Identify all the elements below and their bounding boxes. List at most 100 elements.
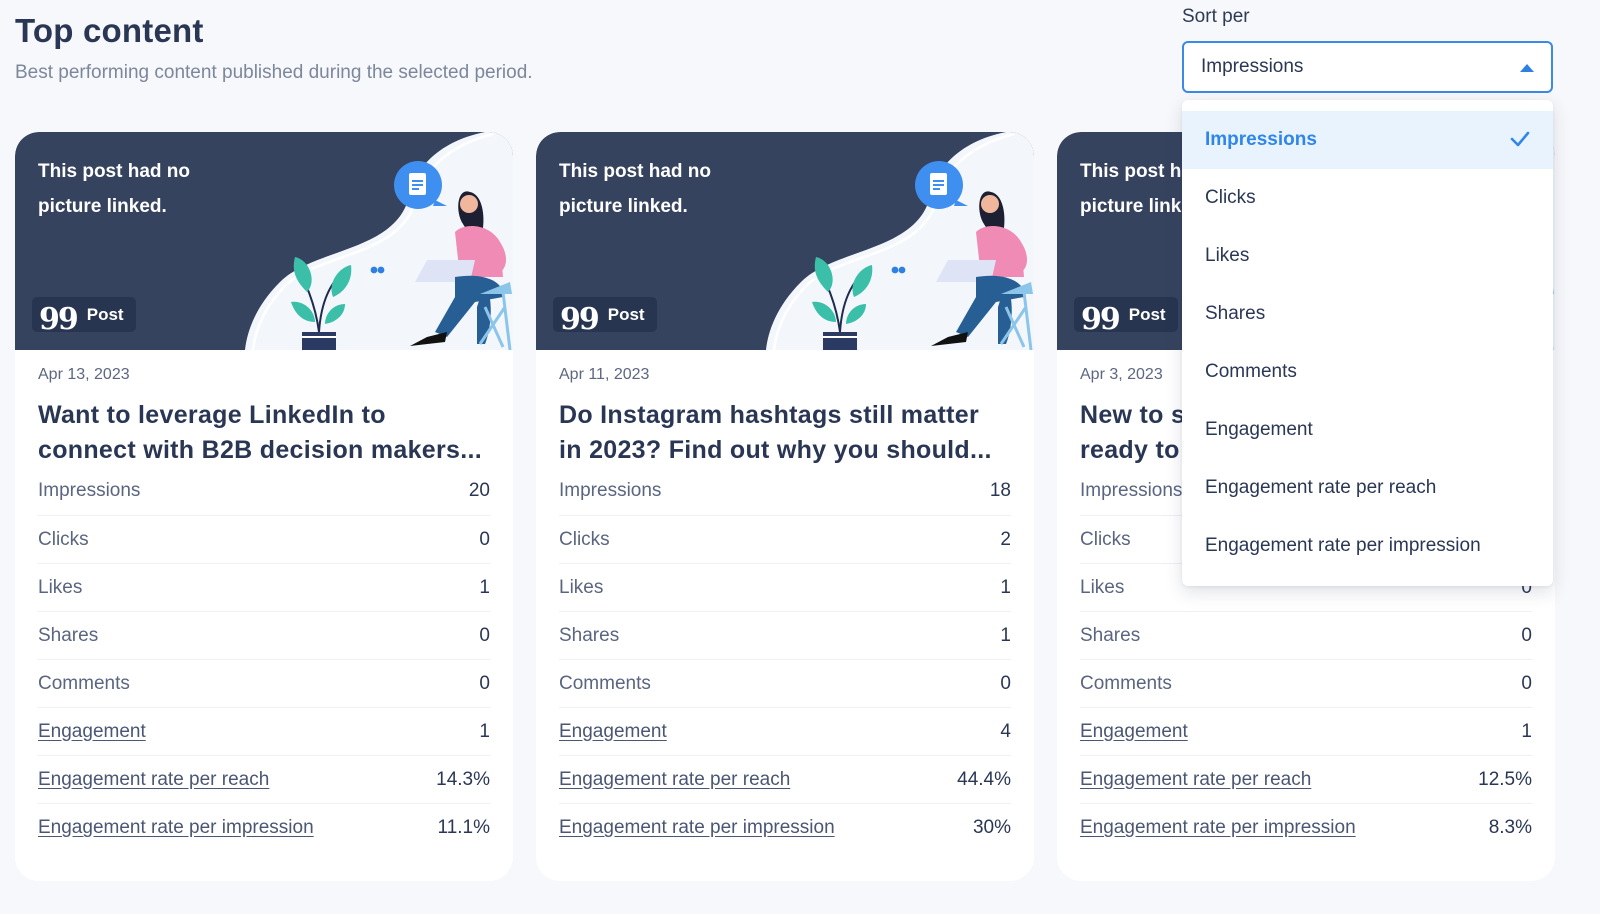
metric-label[interactable]: Engagement rate per impression bbox=[1080, 817, 1356, 839]
metric-row-shares: Shares 0 bbox=[38, 612, 490, 660]
post-type-label: Post bbox=[86, 304, 124, 324]
metric-value: 12.5% bbox=[1478, 768, 1532, 790]
metric-value: 1 bbox=[1000, 576, 1011, 598]
checkmark-icon bbox=[1510, 131, 1530, 147]
post-type-badge: 99 Post bbox=[32, 297, 136, 337]
post-date: Apr 11, 2023 bbox=[559, 366, 650, 383]
quote-icon: 99 bbox=[39, 301, 79, 337]
metric-row-shares: Shares 0 bbox=[1080, 612, 1532, 660]
metric-value: 1 bbox=[1000, 624, 1011, 646]
metric-value: 8.3% bbox=[1488, 817, 1532, 838]
metric-label: Shares bbox=[1080, 624, 1141, 646]
metric-value: 0 bbox=[479, 672, 490, 694]
sort-option-shares[interactable]: Shares bbox=[1182, 285, 1553, 343]
metric-value: 2 bbox=[1000, 528, 1011, 550]
metric-label[interactable]: Engagement bbox=[38, 721, 146, 743]
sort-option-label: Clicks bbox=[1205, 187, 1256, 208]
metric-label: Comments bbox=[38, 672, 130, 694]
metric-row-engagement-rate-per-reach: Engagement rate per reach 12.5% bbox=[1080, 756, 1532, 804]
metric-value: 1 bbox=[479, 576, 490, 598]
sort-option-label: Engagement rate per reach bbox=[1205, 477, 1437, 498]
content-card-1[interactable]: This post had no picture linked. 99 Post… bbox=[15, 132, 513, 881]
metric-row-comments: Comments 0 bbox=[38, 660, 490, 708]
no-picture-text: This post had no picture linked. bbox=[38, 161, 190, 217]
metric-row-likes: Likes 1 bbox=[559, 564, 1011, 612]
metric-value: 4 bbox=[1000, 720, 1011, 742]
post-type-badge: 99 Post bbox=[553, 297, 657, 337]
metric-value: 30% bbox=[972, 817, 1011, 838]
quote-icon: 99 bbox=[560, 301, 600, 337]
metric-row-impressions: Impressions 20 bbox=[38, 480, 490, 516]
sort-option-impressions[interactable]: Impressions bbox=[1182, 111, 1553, 169]
metric-label: Clicks bbox=[559, 528, 610, 550]
card-media: This post had no picture linked. 99 Post bbox=[536, 132, 1034, 350]
metric-value: 14.3% bbox=[436, 768, 490, 790]
metric-label: Clicks bbox=[38, 528, 89, 550]
metric-value: 0 bbox=[1521, 624, 1532, 646]
metric-row-comments: Comments 0 bbox=[1080, 660, 1532, 708]
metric-label: Comments bbox=[559, 672, 651, 694]
metric-label[interactable]: Engagement rate per impression bbox=[38, 817, 314, 839]
metric-row-shares: Shares 1 bbox=[559, 612, 1011, 660]
quote-icon: 99 bbox=[1081, 301, 1121, 337]
metric-row-likes: Likes 1 bbox=[38, 564, 490, 612]
sort-option-label: Engagement bbox=[1205, 419, 1313, 440]
metric-label[interactable]: Engagement rate per reach bbox=[559, 769, 790, 791]
metric-row-engagement-rate-per-reach: Engagement rate per reach 44.4% bbox=[559, 756, 1011, 804]
metrics-list: Impressions 20 Clicks 0 Likes 1 Shares 0 Comment… bbox=[38, 480, 490, 852]
metric-row-engagement: Engagement 1 bbox=[1080, 708, 1532, 756]
metric-label[interactable]: Engagement bbox=[1080, 721, 1188, 743]
sort-select[interactable]: Impressions bbox=[1182, 41, 1553, 93]
content-card-2[interactable]: This post had no picture linked. 99 Post… bbox=[536, 132, 1034, 881]
metric-row-engagement-rate-per-reach: Engagement rate per reach 14.3% bbox=[38, 756, 490, 804]
post-title-line-2: in 2023? Find out why you should... bbox=[559, 436, 992, 464]
page-title: Top content bbox=[15, 12, 204, 49]
metric-label: Comments bbox=[1080, 672, 1172, 694]
page-subtitle: Best performing content published during… bbox=[15, 62, 533, 83]
metric-label: Likes bbox=[1080, 576, 1125, 598]
metric-label: Likes bbox=[38, 576, 83, 598]
sort-option-engagement[interactable]: Engagement bbox=[1182, 401, 1553, 459]
metric-label: Shares bbox=[559, 624, 620, 646]
sort-option-likes[interactable]: Likes bbox=[1182, 227, 1553, 285]
metric-label[interactable]: Engagement rate per reach bbox=[38, 769, 269, 791]
post-type-label: Post bbox=[607, 304, 645, 324]
metric-label: Likes bbox=[559, 576, 604, 598]
post-title[interactable]: Do Instagram hashtags still matter in 20… bbox=[559, 398, 1011, 468]
caret-up-icon bbox=[1520, 64, 1534, 72]
metric-value: 11.1% bbox=[437, 817, 490, 838]
post-title-line-2: connect with B2B decision makers... bbox=[38, 436, 482, 464]
sort-option-label: Engagement rate per impression bbox=[1205, 535, 1481, 556]
metrics-list: Impressions 18 Clicks 2 Likes 1 Shares 1 Comment… bbox=[559, 480, 1011, 852]
post-title[interactable]: Want to leverage LinkedIn to connect wit… bbox=[38, 398, 490, 468]
sort-option-label: Likes bbox=[1205, 245, 1250, 266]
metric-label: Impressions bbox=[1080, 480, 1183, 501]
metric-value: 0 bbox=[479, 528, 490, 550]
sort-option-comments[interactable]: Comments bbox=[1182, 343, 1553, 401]
sort-option-label: Shares bbox=[1205, 303, 1266, 324]
metric-row-impressions: Impressions 18 bbox=[559, 480, 1011, 516]
metric-row-engagement: Engagement 1 bbox=[38, 708, 490, 756]
card-media: This post had no picture linked. 99 Post bbox=[15, 132, 513, 350]
metric-label[interactable]: Engagement rate per impression bbox=[559, 817, 835, 839]
post-title-line-1: Want to leverage LinkedIn to bbox=[38, 401, 386, 429]
sort-option-engagement-rate-per-impression[interactable]: Engagement rate per impression bbox=[1182, 517, 1553, 575]
metric-value: 18 bbox=[989, 480, 1011, 501]
sort-dropdown-menu: Impressions Clicks Likes Shares Comments Enga… bbox=[1182, 100, 1553, 586]
metric-value: 0 bbox=[1521, 672, 1532, 694]
metric-label[interactable]: Engagement bbox=[559, 721, 667, 743]
metric-label[interactable]: Engagement rate per reach bbox=[1080, 769, 1311, 791]
post-type-badge: 99 Post bbox=[1074, 297, 1178, 337]
sort-option-engagement-rate-per-reach[interactable]: Engagement rate per reach bbox=[1182, 459, 1553, 517]
post-type-label: Post bbox=[1128, 304, 1166, 324]
sort-label: Sort per bbox=[1182, 6, 1250, 27]
metric-label: Clicks bbox=[1080, 528, 1131, 550]
sort-option-clicks[interactable]: Clicks bbox=[1182, 169, 1553, 227]
metric-row-clicks: Clicks 0 bbox=[38, 516, 490, 564]
metric-row-engagement-rate-per-impression: Engagement rate per impression 8.3% bbox=[1080, 804, 1532, 852]
no-picture-text: This post had no picture linked. bbox=[559, 161, 711, 217]
post-date: Apr 13, 2023 bbox=[38, 366, 130, 383]
metric-row-clicks: Clicks 2 bbox=[559, 516, 1011, 564]
metric-row-engagement-rate-per-impression: Engagement rate per impression 11.1% bbox=[38, 804, 490, 852]
metric-value: 20 bbox=[468, 480, 490, 501]
